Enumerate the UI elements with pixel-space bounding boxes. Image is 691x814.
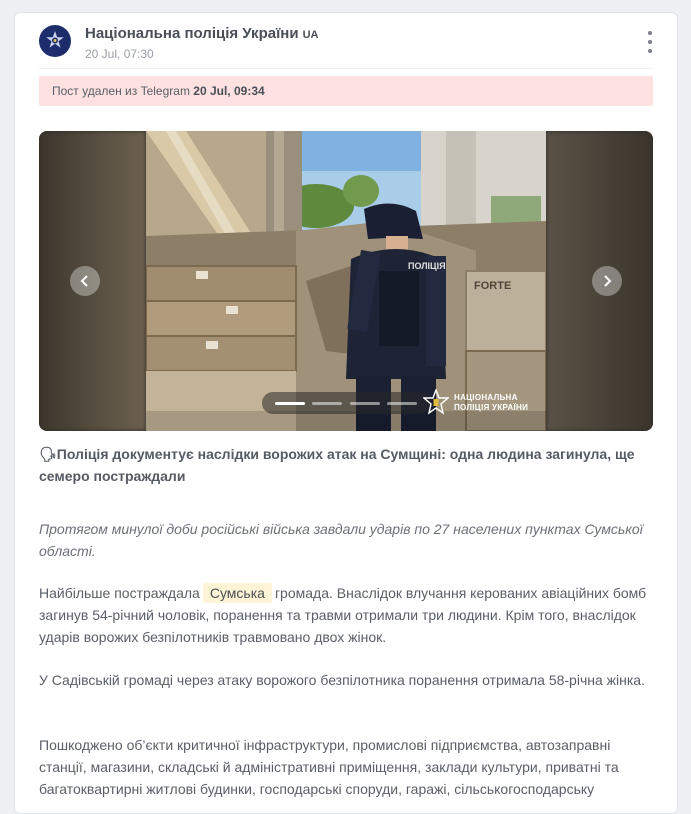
channel-name[interactable]: Національна поліція України UA — [85, 25, 318, 42]
gallery-next-button[interactable] — [592, 266, 622, 296]
kebab-dot-icon — [648, 31, 652, 35]
post-date: 20 Jul, 07:30 — [85, 47, 154, 61]
police-star-emblem-icon — [423, 389, 449, 415]
header-divider — [39, 68, 653, 69]
gallery-photo[interactable]: FORTE ПОЛІЦІЯ — [146, 131, 546, 431]
chevron-left-icon — [80, 275, 88, 287]
deleted-notice-banner: Пост удален из Telegram 20 Jul, 09:34 — [39, 76, 653, 106]
gallery-dot-1[interactable] — [275, 401, 306, 405]
channel-avatar[interactable] — [39, 25, 71, 57]
region-highlight[interactable]: Сумська — [202, 583, 272, 603]
vest-label: ПОЛІЦІЯ — [408, 261, 446, 271]
watermark-line-2: ПОЛІЦІЯ УКРАЇНИ — [454, 403, 529, 412]
chevron-right-icon — [604, 275, 612, 287]
gallery-dot-3[interactable] — [349, 401, 380, 405]
more-options-button[interactable] — [643, 31, 657, 53]
channel-country-badge: UA — [302, 29, 319, 41]
box-label: FORTE — [474, 280, 511, 292]
speaking-head-icon: 🗣 — [39, 446, 57, 462]
post-headline-text: Поліція документує наслідки ворожих атак… — [39, 446, 635, 484]
watermark-line-1: НАЦІОНАЛЬНА — [454, 393, 518, 402]
deleted-notice-time: 20 Jul, 09:34 — [193, 84, 265, 98]
post-card: Національна поліція України UA 20 Jul, 07… — [14, 12, 678, 814]
photo-gallery[interactable]: FORTE ПОЛІЦІЯ НАЦІОНАЛЬНА ПОЛІЦІЯ УКРАЇН… — [39, 131, 653, 431]
police-emblem-icon — [46, 31, 64, 48]
post-header: Національна поліція України UA 20 Jul, 07… — [39, 25, 655, 65]
post-paragraph-3: У Садівській громаді через атаку ворожог… — [39, 672, 645, 688]
kebab-dot-icon — [648, 40, 652, 44]
gallery-dot-2[interactable] — [312, 401, 343, 405]
gallery-prev-button[interactable] — [70, 266, 100, 296]
watermark-text: НАЦІОНАЛЬНА ПОЛІЦІЯ УКРАЇНИ — [454, 393, 528, 413]
post-paragraph-2: Найбільше постраждала Сумська громада. Вна… — [39, 582, 654, 648]
kebab-dot-icon — [648, 49, 652, 53]
channel-name-text: Національна поліція України — [85, 25, 299, 42]
post-paragraph-4: Пошкоджено об’єкти критичної інфраструкт… — [39, 737, 619, 797]
photo-watermark: НАЦІОНАЛЬНА ПОЛІЦІЯ УКРАЇНИ — [423, 389, 528, 417]
deleted-notice-text: Пост удален из Telegram — [52, 84, 190, 98]
post-headline: 🗣Поліція документує наслідки ворожих ата… — [39, 443, 649, 487]
paragraph-2-start: Найбільше постраждала — [39, 585, 200, 601]
gallery-dot-4[interactable] — [386, 401, 417, 405]
post-intro: Протягом минулої доби російські війська … — [39, 521, 643, 559]
gallery-pagination — [262, 392, 430, 414]
